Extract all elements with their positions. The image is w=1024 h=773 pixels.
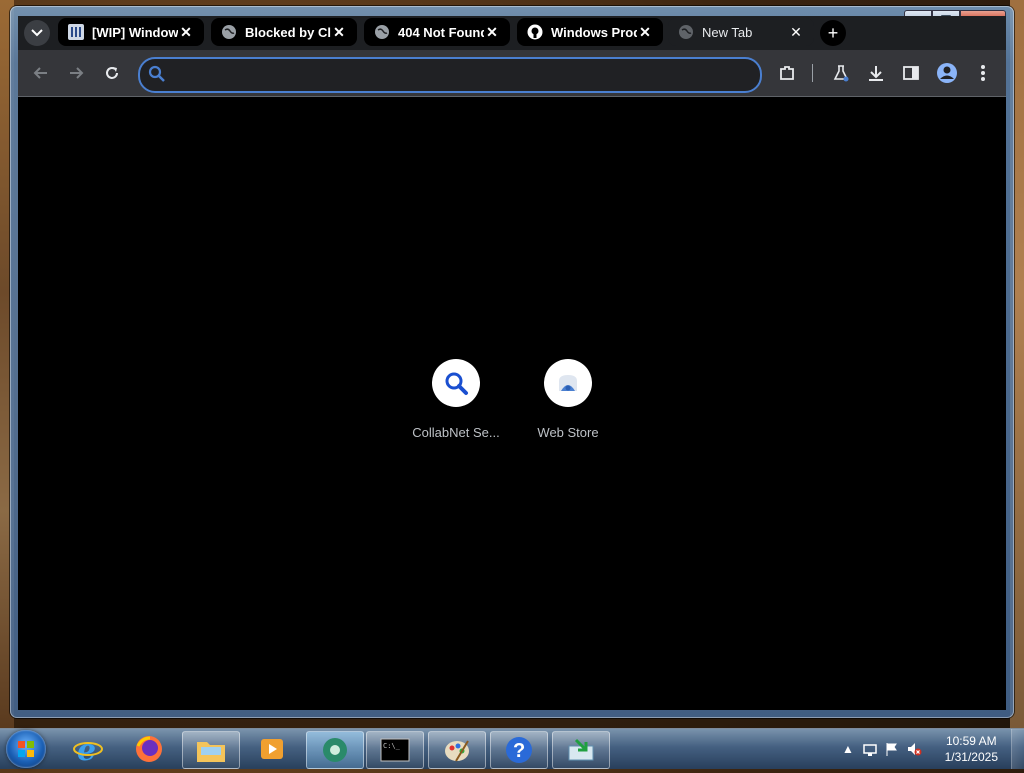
tab-title: [WIP] Windows [92,24,178,40]
taskbar-paint[interactable] [428,731,486,769]
shortcut-icon-container [432,359,480,407]
close-tab-icon[interactable]: ✕ [788,24,804,40]
ie-icon: e [73,734,103,764]
close-tab-icon[interactable]: ✕ [637,24,653,40]
close-tab-icon[interactable]: ✕ [331,24,347,40]
web-store-icon [559,375,577,391]
flask-icon [833,65,849,82]
tab-title: New Tab [702,24,753,40]
puzzle-icon [780,66,794,80]
firefox-icon [136,736,162,762]
volume-muted-icon[interactable] [906,741,922,757]
start-button[interactable] [6,730,46,768]
paint-icon [445,740,469,762]
reload-icon [106,67,118,79]
cmd-icon: C:\_ [380,738,410,762]
network-icon[interactable] [862,741,878,757]
arrow-right-icon [70,67,84,79]
globe-icon [679,25,693,39]
media-player-icon [261,739,283,759]
taskbar-cmd[interactable]: C:\_ [366,731,424,769]
profile-button[interactable] [936,62,958,84]
tab-title: Blocked by Clo [245,24,331,40]
address-input[interactable] [174,63,748,87]
plus-icon: + [827,22,839,43]
wip-site-icon [68,24,84,40]
new-tab-page: CollabNet Se... Web Store [18,97,1006,710]
new-tab-button[interactable]: + [820,20,846,46]
labs-button[interactable] [830,62,852,84]
side-panel-button[interactable] [900,62,922,84]
taskbar-firefox[interactable] [121,731,177,767]
clock-time: 10:59 AM [945,734,997,748]
windows-logo-icon [18,741,34,757]
taskbar: e C:\_ ? ▲ 10:59 AM 1/31/2025 [0,728,1024,769]
side-panel-icon [903,66,919,80]
show-desktop-button[interactable] [1011,729,1024,769]
tab-title: Windows Prod [551,24,637,40]
close-tab-icon[interactable]: ✕ [178,24,194,40]
chevron-down-icon [31,29,43,37]
search-icon [148,65,165,82]
svg-text:C:\_: C:\_ [383,742,401,750]
toolbar-divider [812,64,813,82]
chevron-up-icon: ▲ [842,742,854,756]
more-vertical-icon [981,65,985,81]
taskbar-snipping[interactable] [552,731,610,769]
globe-icon [222,25,236,39]
tab-blocked-by-cloudflare[interactable]: Blocked by Clo ✕ [211,18,357,46]
tab-new-tab[interactable]: New Tab ✕ [668,18,814,46]
system-tray: ▲ 10:59 AM 1/31/2025 [834,729,1024,769]
taskbar-help[interactable]: ? [490,731,548,769]
shortcut-icon-container [544,359,592,407]
taskbar-chrome[interactable] [306,731,364,769]
taskbar-explorer[interactable] [182,731,240,769]
tab-404-not-found[interactable]: 404 Not Found ✕ [364,18,510,46]
taskbar-ie[interactable]: e [60,731,116,767]
action-center-flag-icon[interactable] [884,741,900,757]
extensions-button[interactable] [776,62,798,84]
address-bar[interactable] [138,57,762,93]
tab-windows-prod[interactable]: Windows Prod ✕ [517,18,663,46]
back-button[interactable] [30,62,52,84]
close-tab-icon[interactable]: ✕ [484,24,500,40]
svg-text:?: ? [513,740,525,762]
search-icon [445,372,468,395]
tab-wip-windows[interactable]: [WIP] Windows ✕ [58,18,204,46]
folder-icon [197,742,225,762]
menu-button[interactable] [972,62,994,84]
reload-button[interactable] [101,62,123,84]
shortcut-label: Web Store [537,425,599,440]
help-icon: ? [506,737,532,763]
github-icon [527,24,543,40]
downloads-button[interactable] [865,62,887,84]
globe-icon [375,25,389,39]
tab-title: 404 Not Found [398,24,484,40]
svg-text:e: e [77,734,96,764]
download-icon [869,66,883,81]
shortcut-collabnet[interactable]: CollabNet Se... [400,359,512,440]
forward-button[interactable] [65,62,87,84]
shortcut-label: CollabNet Se... [412,425,500,440]
chrome-icon [323,738,347,762]
arrow-left-icon [33,67,47,79]
shortcut-web-store[interactable]: Web Store [512,359,624,440]
clock[interactable]: 10:59 AM 1/31/2025 [945,733,998,765]
browser-toolbar [18,50,1006,97]
avatar-icon [937,63,957,83]
green-arrow-icon [568,738,594,761]
taskbar-media-player[interactable] [244,731,300,767]
tab-strip: [WIP] Windows ✕ Blocked by Clo ✕ 404 Not… [18,16,1006,50]
clock-date: 1/31/2025 [944,750,998,764]
tab-search-button[interactable] [24,20,50,46]
show-hidden-icons-button[interactable]: ▲ [840,741,856,757]
